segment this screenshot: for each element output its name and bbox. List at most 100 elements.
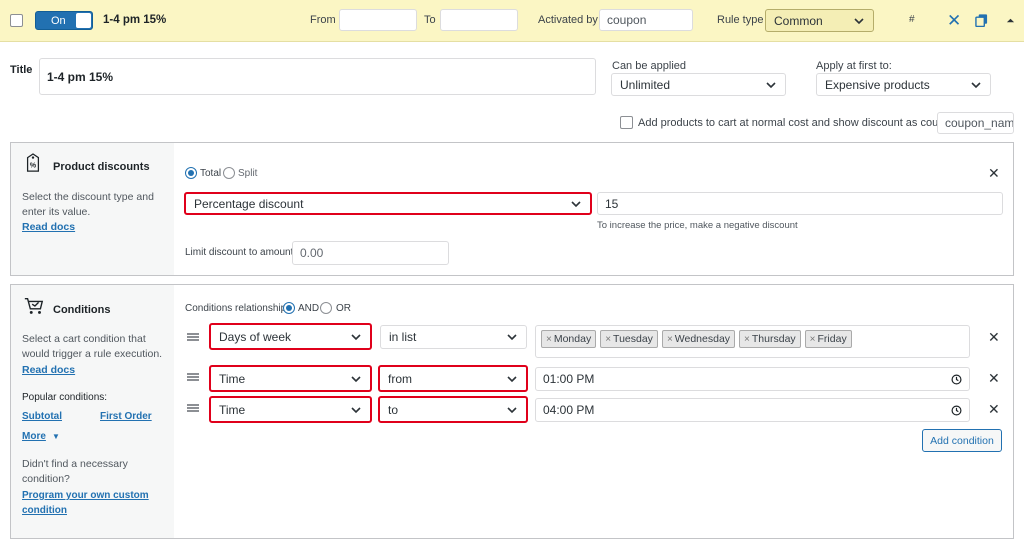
discount-type-select[interactable]: Percentage discount xyxy=(184,192,592,215)
tag-label: Thursday xyxy=(751,333,796,345)
limit-amount-input[interactable]: 0.00 xyxy=(292,241,449,265)
popular-subtotal-link[interactable]: Subtotal xyxy=(22,411,62,422)
title-input[interactable]: 1-4 pm 15% xyxy=(39,58,596,95)
tag-thursday[interactable]: × Thursday xyxy=(739,330,801,348)
can-be-applied-value: Unlimited xyxy=(620,77,671,92)
to-label: To xyxy=(424,14,436,26)
popular-conditions-label: Popular conditions: xyxy=(22,392,108,403)
discount-type-value: Percentage discount xyxy=(194,196,304,211)
apply-first-label: Apply at first to: xyxy=(816,60,892,72)
time-value: 04:00 PM xyxy=(543,403,595,417)
conditions-relationship-label: Conditions relationship xyxy=(185,303,287,314)
close-icon[interactable]: ✕ xyxy=(988,402,1000,416)
more-conditions-link[interactable]: More ▼ xyxy=(22,430,60,442)
tag-tuesday[interactable]: × Tuesday xyxy=(600,330,658,348)
remove-icon[interactable]: × xyxy=(810,334,816,345)
conditions-description: Select a cart condition that would trigg… xyxy=(22,333,163,360)
toggle-label: On xyxy=(51,15,66,27)
tag-wednesday[interactable]: × Wednesday xyxy=(661,330,736,348)
activated-by-input[interactable]: coupon xyxy=(599,9,693,31)
close-icon[interactable]: ✕ xyxy=(947,12,961,29)
chevron-down-icon xyxy=(766,81,776,88)
drag-handle-icon[interactable] xyxy=(187,404,199,412)
close-icon[interactable]: ✕ xyxy=(988,330,1000,344)
split-radio[interactable] xyxy=(223,167,235,180)
close-icon[interactable]: ✕ xyxy=(988,371,1000,385)
copy-icon[interactable] xyxy=(975,13,988,27)
can-be-applied-label: Can be applied xyxy=(612,60,687,72)
tag-label: Monday xyxy=(553,333,592,345)
product-discounts-description: Select the discount type and enter its v… xyxy=(22,191,154,218)
condition-type-value: Days of week xyxy=(219,329,292,344)
chevron-down-icon xyxy=(854,17,864,24)
hash-label: # xyxy=(909,14,915,25)
tag-label: Wednesday xyxy=(674,333,731,345)
chevron-down-icon xyxy=(971,81,981,88)
and-label: AND xyxy=(298,303,320,314)
split-label: Split xyxy=(238,168,258,179)
and-radio[interactable] xyxy=(283,302,295,315)
condition-type-select[interactable]: Time xyxy=(209,396,372,423)
to-date-input[interactable] xyxy=(440,9,518,31)
or-radio[interactable] xyxy=(320,302,332,315)
from-date-input[interactable] xyxy=(339,9,417,31)
chevron-down-icon xyxy=(571,200,581,207)
popular-first-order-link[interactable]: First Order xyxy=(100,411,152,422)
clock-icon[interactable] xyxy=(951,405,962,416)
rule-type-value: Common xyxy=(774,13,823,28)
chevron-down-icon xyxy=(351,333,361,340)
title-label: Title xyxy=(10,64,33,76)
add-condition-button[interactable]: Add condition xyxy=(922,429,1002,452)
limit-label: Limit discount to amount: xyxy=(185,247,297,258)
tag-monday[interactable]: × Monday xyxy=(541,330,597,348)
condition-operator-select[interactable]: to xyxy=(378,396,528,423)
remove-icon[interactable]: × xyxy=(546,334,552,345)
condition-operator-select[interactable]: in list xyxy=(380,325,527,349)
tag-label: Tuesday xyxy=(613,333,653,345)
caret-up-icon[interactable] xyxy=(1006,16,1015,25)
discount-value-input[interactable]: 15 xyxy=(597,192,1003,215)
coupon-name-input[interactable]: coupon_name xyxy=(937,112,1014,134)
days-multiselect[interactable]: × Monday × Tuesday × Wednesday × Thursday × Frida… xyxy=(535,325,970,358)
apply-first-value: Expensive products xyxy=(825,77,930,92)
product-discounts-heading: Product discounts xyxy=(53,161,150,173)
total-radio[interactable] xyxy=(185,167,197,180)
rule-select-checkbox[interactable] xyxy=(10,14,23,27)
time-to-input[interactable]: 04:00 PM xyxy=(535,398,970,422)
drag-handle-icon[interactable] xyxy=(187,373,199,381)
add-products-checkbox[interactable] xyxy=(620,116,633,129)
total-label: Total xyxy=(200,168,222,179)
chevron-down-icon xyxy=(351,406,361,413)
toggle-knob xyxy=(76,13,91,28)
clock-icon[interactable] xyxy=(951,374,962,385)
rule-enabled-toggle[interactable]: On xyxy=(35,11,93,30)
remove-icon[interactable]: × xyxy=(744,334,750,345)
condition-operator-value: in list xyxy=(389,330,417,344)
add-products-label: Add products to cart at normal cost and … xyxy=(638,117,957,129)
or-label: OR xyxy=(336,303,351,314)
condition-operator-value: from xyxy=(388,371,412,386)
condition-type-select[interactable]: Days of week xyxy=(209,323,372,350)
time-value: 01:00 PM xyxy=(543,372,595,386)
close-icon[interactable]: ✕ xyxy=(988,166,1000,180)
chevron-down-icon xyxy=(507,406,517,413)
chevron-down-icon xyxy=(507,375,517,382)
time-from-input[interactable]: 01:00 PM xyxy=(535,367,970,391)
header-rule-title: 1-4 pm 15% xyxy=(103,14,167,26)
tag-friday[interactable]: × Friday xyxy=(804,330,852,348)
cart-conditions-icon xyxy=(24,297,44,314)
svg-text:%: % xyxy=(30,161,37,170)
apply-first-select[interactable]: Expensive products xyxy=(816,73,991,96)
remove-icon[interactable]: × xyxy=(605,334,611,345)
percent-tag-icon: % xyxy=(26,153,40,172)
not-found-text: Didn't find a necessary condition? xyxy=(22,458,128,485)
condition-type-select[interactable]: Time xyxy=(209,365,372,392)
conditions-read-docs[interactable]: Read docs xyxy=(22,364,75,376)
remove-icon[interactable]: × xyxy=(667,334,673,345)
program-custom-condition-link[interactable]: Program your own custom condition xyxy=(22,488,162,518)
drag-handle-icon[interactable] xyxy=(187,333,199,341)
product-discounts-read-docs[interactable]: Read docs xyxy=(22,221,75,233)
condition-operator-select[interactable]: from xyxy=(378,365,528,392)
rule-type-select[interactable]: Common xyxy=(765,9,874,32)
can-be-applied-select[interactable]: Unlimited xyxy=(611,73,786,96)
